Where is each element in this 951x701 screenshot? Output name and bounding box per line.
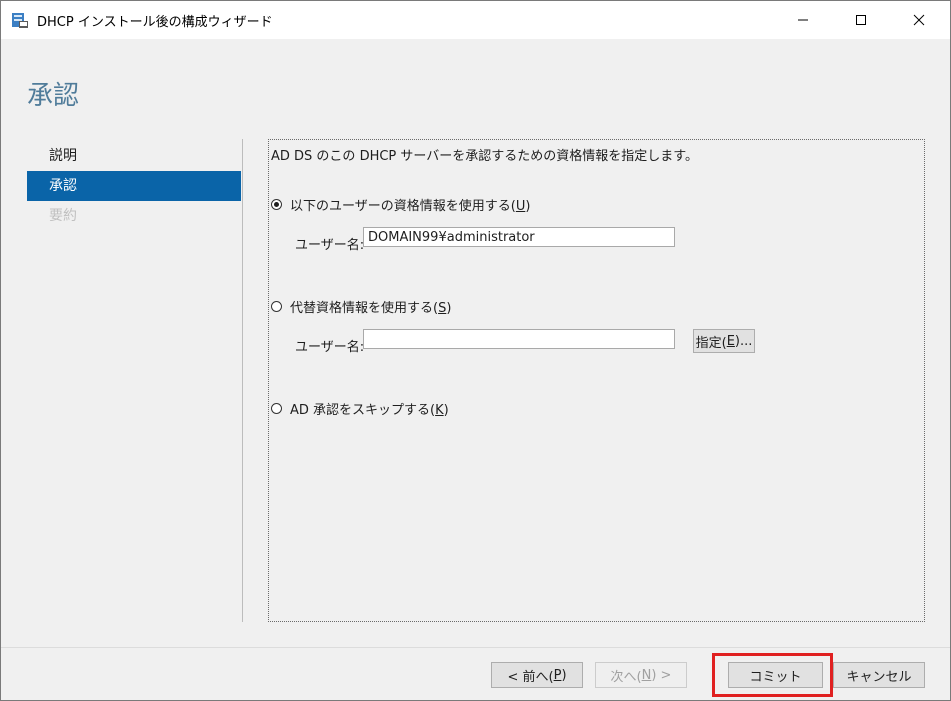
radio-circle[interactable] [271,301,282,312]
nav-item-description[interactable]: 説明 [27,141,241,171]
minimize-button[interactable] [780,1,826,39]
radio-use-current-credentials[interactable]: 以下のユーザーの資格情報を使用する(U) [271,195,530,214]
alternate-username-field[interactable] [363,329,675,349]
page-title: 承認 [27,81,80,111]
title-bar: DHCP インストール後の構成ウィザード [1,1,950,39]
window-title: DHCP インストール後の構成ウィザード [37,15,273,30]
content-area: 説明 承認 要約 AD DS のこの DHCP サーバーを承認するための資格情報… [1,125,950,647]
close-icon [913,14,925,26]
alternate-username-label: ユーザー名: [295,340,365,355]
radio-label: 以下のユーザーの資格情報を使用する(U) [290,199,531,214]
radio-circle[interactable] [271,403,282,414]
close-button[interactable] [896,1,942,39]
maximize-icon [856,15,866,25]
specify-credentials-button[interactable]: 指定(E)... [693,329,755,353]
radio-circle-checked[interactable] [271,199,282,210]
radio-skip-ad-authorization[interactable]: AD 承認をスキップする(K) [271,399,449,418]
minimize-icon [798,19,808,21]
radio-label: 代替資格情報を使用する(S) [290,301,452,316]
username-field[interactable]: DOMAIN99¥administrator [363,227,675,247]
wizard-footer: < 前へ(P) 次へ(N) > コミット キャンセル [1,647,950,700]
wizard-window: DHCP インストール後の構成ウィザード 承認 説明 承認 要約 AD DS の… [0,0,951,701]
radio-use-alternate-credentials[interactable]: 代替資格情報を使用する(S) [271,297,451,316]
cancel-button[interactable]: キャンセル [833,662,925,688]
nav-item-authorization[interactable]: 承認 [27,171,241,201]
nav-item-summary: 要約 [49,208,77,224]
description-text: AD DS のこの DHCP サーバーを承認するための資格情報を指定します。 [271,149,698,164]
nav-divider [242,139,243,622]
previous-button[interactable]: < 前へ(P) [491,662,583,688]
wizard-nav: 説明 承認 要約 [27,141,241,231]
maximize-button[interactable] [838,1,884,39]
radio-label: AD 承認をスキップする(K) [290,403,449,418]
next-button[interactable]: 次へ(N) > [595,662,687,688]
authorization-panel: AD DS のこの DHCP サーバーを承認するための資格情報を指定します。 以… [268,139,925,622]
page-header: 承認 [1,39,950,125]
username-label: ユーザー名: [295,238,365,253]
commit-button[interactable]: コミット [728,662,823,688]
server-app-icon [11,11,29,29]
